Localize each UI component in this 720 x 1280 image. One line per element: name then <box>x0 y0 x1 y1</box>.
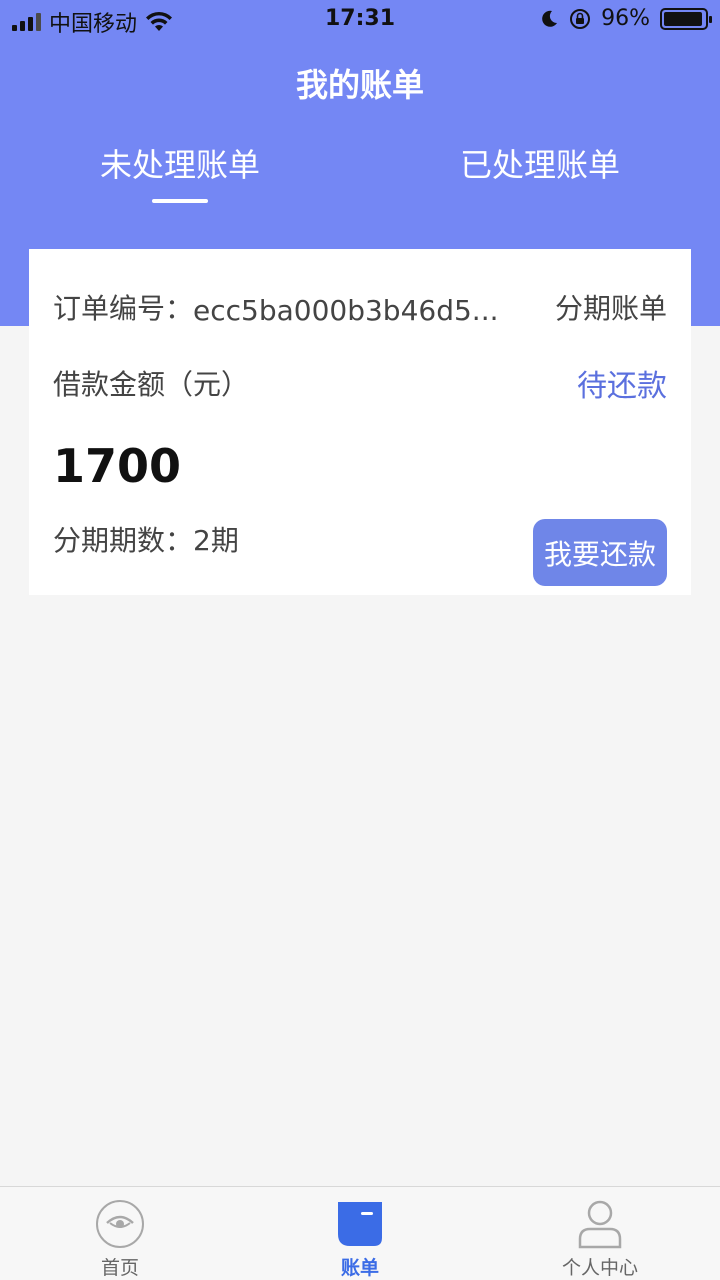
status-bar: 中国移动 17:31 96% <box>0 0 720 40</box>
person-icon <box>575 1199 625 1249</box>
page-title: 我的账单 <box>295 66 424 104</box>
order-number-text: 订单编号：ecc5ba000b3b46d5... <box>53 287 499 327</box>
tab-processed-bills[interactable]: 已处理账单 <box>410 140 670 186</box>
installment-periods: 分期期数：2期 <box>53 519 239 559</box>
order-number-value: ecc5ba000b3b46d5... <box>193 294 499 327</box>
tab-unprocessed-bills[interactable]: 未处理账单 <box>50 140 310 186</box>
rotation-lock-icon <box>570 8 591 29</box>
tabbar-label-bill: 账单 <box>340 1257 379 1279</box>
tabbar-item-bill[interactable]: 账单 <box>240 1187 480 1280</box>
moon-icon <box>542 10 558 27</box>
bill-type: 分期账单 <box>554 292 667 325</box>
battery-percent: 96% <box>601 6 650 31</box>
tabbar-label-profile: 个人中心 <box>561 1257 638 1279</box>
bottom-tab-bar: 首页 账单 个人中心 <box>0 1186 720 1280</box>
home-eye-icon <box>95 1199 145 1249</box>
tabbar-label-home: 首页 <box>100 1257 139 1279</box>
installment-periods-label: 分期期数： <box>53 524 194 557</box>
loan-amount-label: 借款金额（元） <box>53 368 250 401</box>
order-number-label: 订单编号： <box>53 292 194 325</box>
battery-icon <box>660 7 712 30</box>
loan-amount-value: 1700 <box>53 439 182 493</box>
installment-periods-value: 2期 <box>193 524 239 557</box>
bill-icon <box>335 1199 385 1249</box>
repay-button[interactable]: 我要还款 <box>533 519 667 586</box>
tabbar-item-profile[interactable]: 个人中心 <box>480 1187 720 1280</box>
bill-card[interactable]: 订单编号：ecc5ba000b3b46d5... 分期账单 借款金额（元） 待还… <box>29 249 691 595</box>
tabbar-item-home[interactable]: 首页 <box>0 1187 240 1280</box>
active-tab-indicator <box>152 199 208 203</box>
bill-status: 待还款 <box>577 369 667 404</box>
